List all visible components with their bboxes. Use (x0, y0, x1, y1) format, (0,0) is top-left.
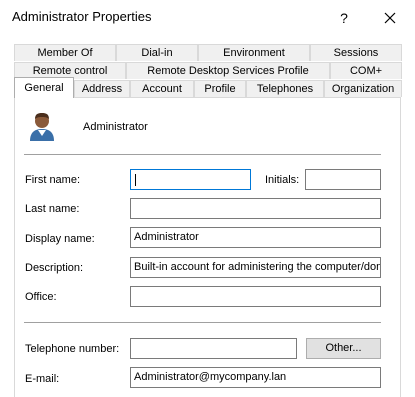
office-label: Office: (25, 291, 57, 303)
office-field[interactable] (130, 286, 381, 307)
general-content: Administrator First name: Initials: Last… (0, 0, 415, 390)
account-display-header: Administrator (83, 121, 148, 133)
first-name-field[interactable] (130, 169, 251, 190)
separator-top (24, 154, 381, 155)
properties-dialog: Administrator Properties ? Member Of Dia… (0, 0, 415, 397)
email-field[interactable]: Administrator@mycompany.lan (130, 367, 381, 388)
text-caret (135, 174, 136, 186)
telephone-label: Telephone number: (25, 343, 120, 355)
email-label: E-mail: (25, 373, 60, 385)
display-name-field[interactable]: Administrator (130, 227, 381, 248)
initials-field[interactable] (305, 169, 381, 190)
other-telephone-button[interactable]: Other... (306, 338, 381, 359)
initials-label: Initials: (265, 174, 300, 186)
first-name-label: First name: (25, 174, 81, 186)
last-name-label: Last name: (25, 203, 80, 215)
description-field[interactable]: Built-in account for administering the c… (130, 257, 381, 278)
last-name-field[interactable] (130, 198, 381, 219)
user-avatar-icon (30, 113, 54, 141)
description-label: Description: (25, 262, 84, 274)
display-name-label: Display name: (25, 233, 95, 245)
telephone-field[interactable] (130, 338, 297, 359)
separator-bottom (24, 322, 381, 323)
